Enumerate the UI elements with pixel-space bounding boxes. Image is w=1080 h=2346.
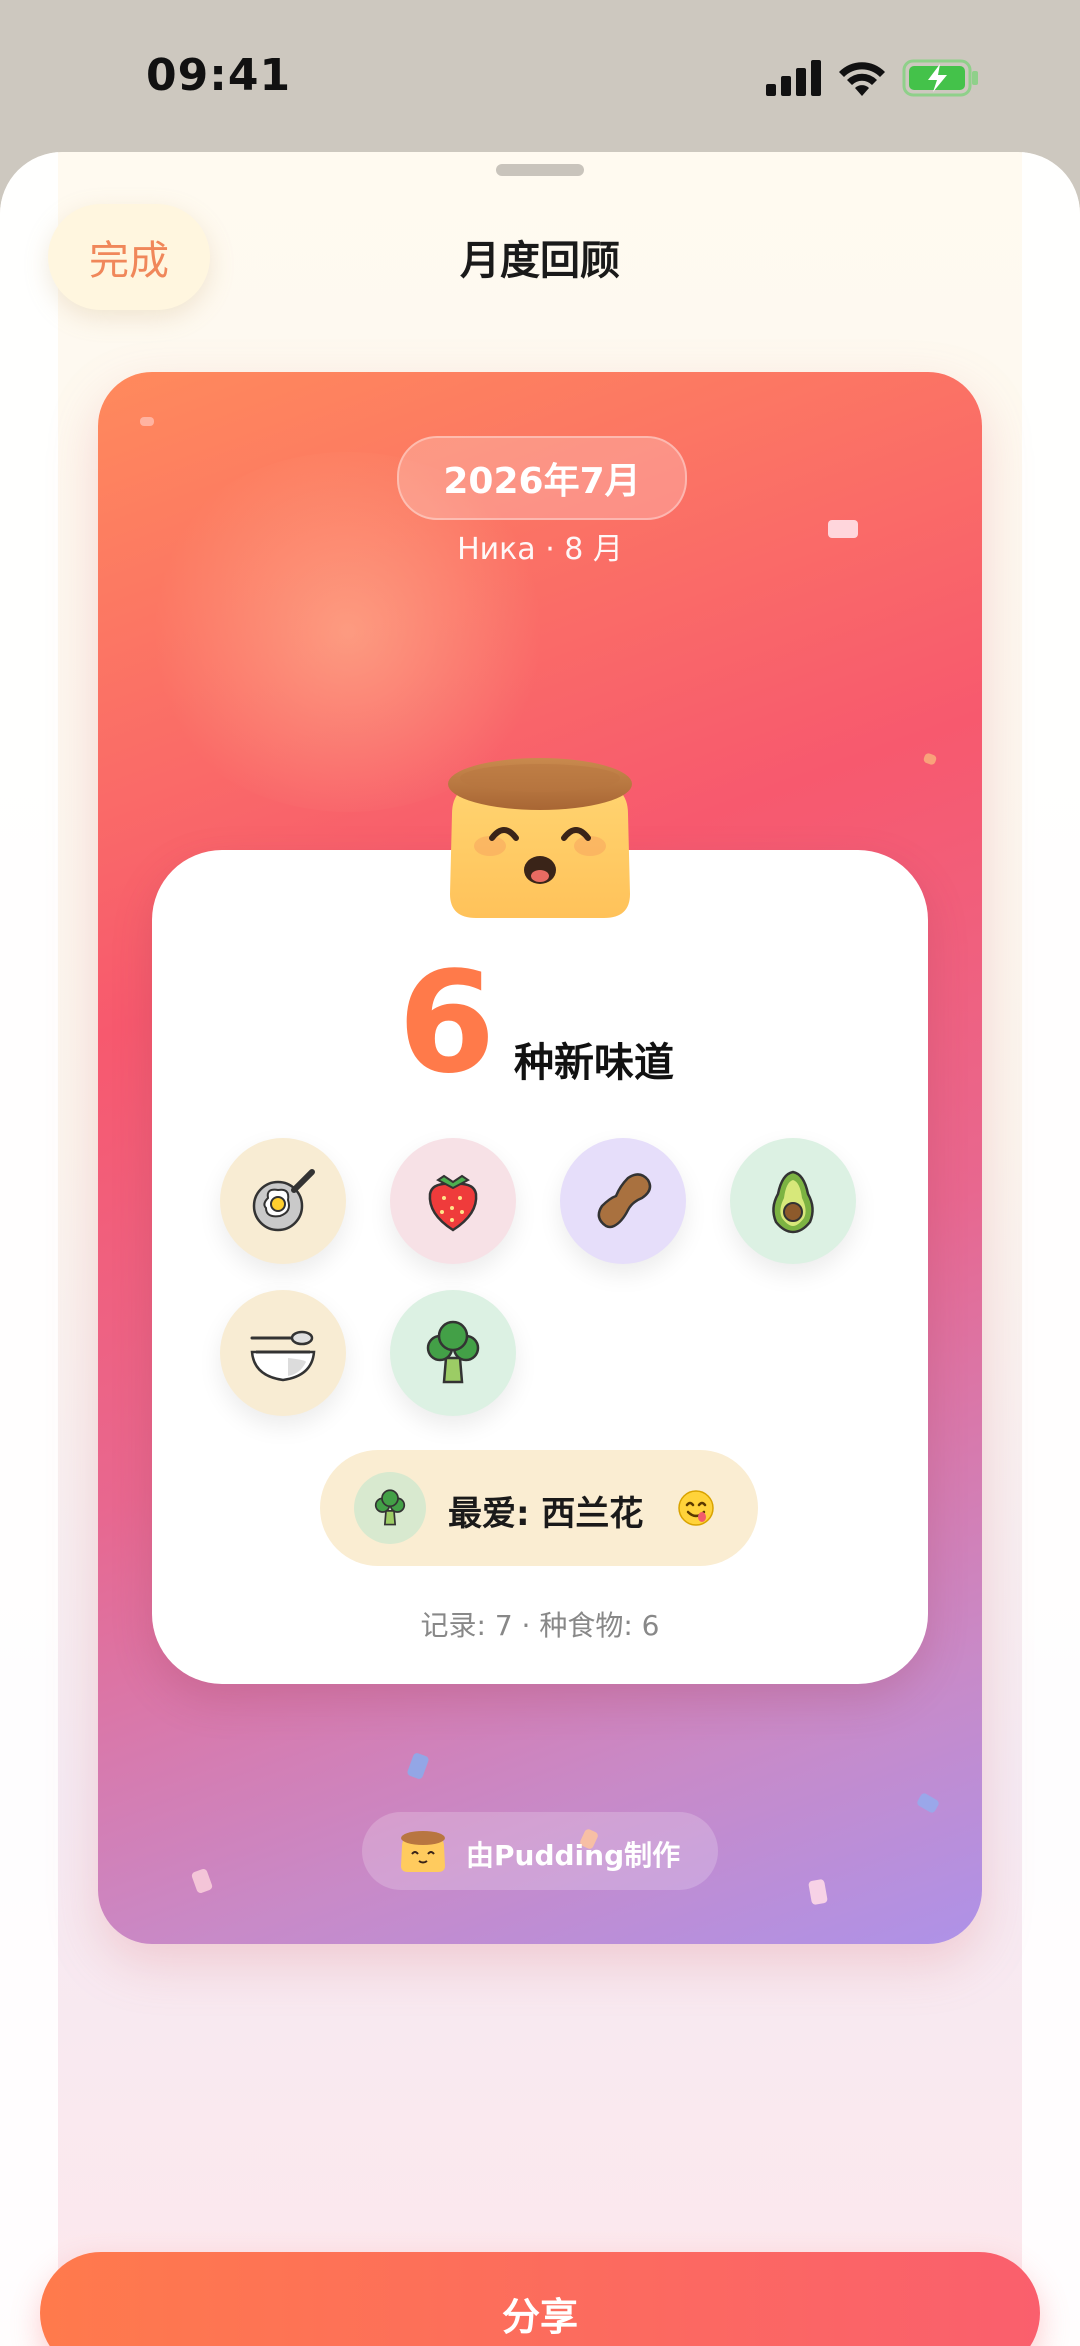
child-name-age: Ника · 8 月 (457, 532, 623, 567)
share-button[interactable]: 分享 (40, 2252, 1040, 2346)
food-item-strawberry (390, 1138, 516, 1264)
food-item-broccoli (390, 1290, 516, 1416)
sheet-edge-left (0, 152, 58, 2346)
food-item-bowl (220, 1290, 346, 1416)
summary-stats: 记录: 7 · 种食物: 6 (420, 1609, 660, 1642)
made-by-label: 由Pudding制作 (466, 1839, 681, 1872)
confetti (808, 1878, 828, 1906)
month-date-pill: 2026年7月 (397, 436, 687, 520)
monthly-poster-card: 2026年7月 Ника · 8 月 6 种新味道 最爱: 西兰花 记录: 7 … (98, 372, 982, 1944)
food-item-fried-egg (220, 1138, 346, 1264)
broccoli-icon (426, 1320, 480, 1384)
made-by-badge: 由Pudding制作 (362, 1812, 718, 1890)
favorite-food-pill: 最爱: 西兰花 (320, 1450, 758, 1566)
monthly-review-sheet: 完成 月度回顾 2026年7月 Ника · 8 月 6 种新味道 最爱: 西兰… (0, 152, 1080, 2346)
food-item-avocado (730, 1138, 856, 1264)
bowl-spoon-icon (250, 1330, 316, 1382)
food-item-peanut (560, 1138, 686, 1264)
confetti (915, 1791, 941, 1815)
favorite-food-label: 最爱: 西兰花 (448, 1494, 644, 1534)
confetti (406, 1751, 430, 1781)
confetti (922, 752, 938, 766)
wifi-icon (839, 62, 885, 96)
confetti (140, 417, 154, 426)
fried-egg-icon (252, 1169, 315, 1232)
battery-charging-icon (902, 59, 978, 97)
avocado-icon (772, 1170, 814, 1234)
pudding-logo-icon (401, 1831, 445, 1872)
new-tastes-label: 种新味道 (514, 1040, 674, 1086)
cellular-signal-icon (766, 60, 821, 96)
sheet-edge-right (1022, 152, 1080, 2346)
confetti (190, 1867, 214, 1895)
page-title: 月度回顾 (460, 238, 620, 284)
status-bar: 09:41 (0, 0, 1080, 150)
strawberry-icon (428, 1174, 478, 1232)
yum-face-icon (678, 1490, 714, 1526)
favorite-broccoli-icon (354, 1472, 426, 1544)
new-tastes-count: 6 (398, 942, 496, 1105)
status-time: 09:41 (146, 50, 292, 101)
new-tastes-card: 6 种新味道 最爱: 西兰花 记录: 7 · 种食物: 6 (152, 850, 928, 1684)
pudding-mascot-icon (448, 758, 632, 918)
sheet-grabber[interactable] (496, 164, 584, 176)
peanut-icon (597, 1173, 652, 1229)
